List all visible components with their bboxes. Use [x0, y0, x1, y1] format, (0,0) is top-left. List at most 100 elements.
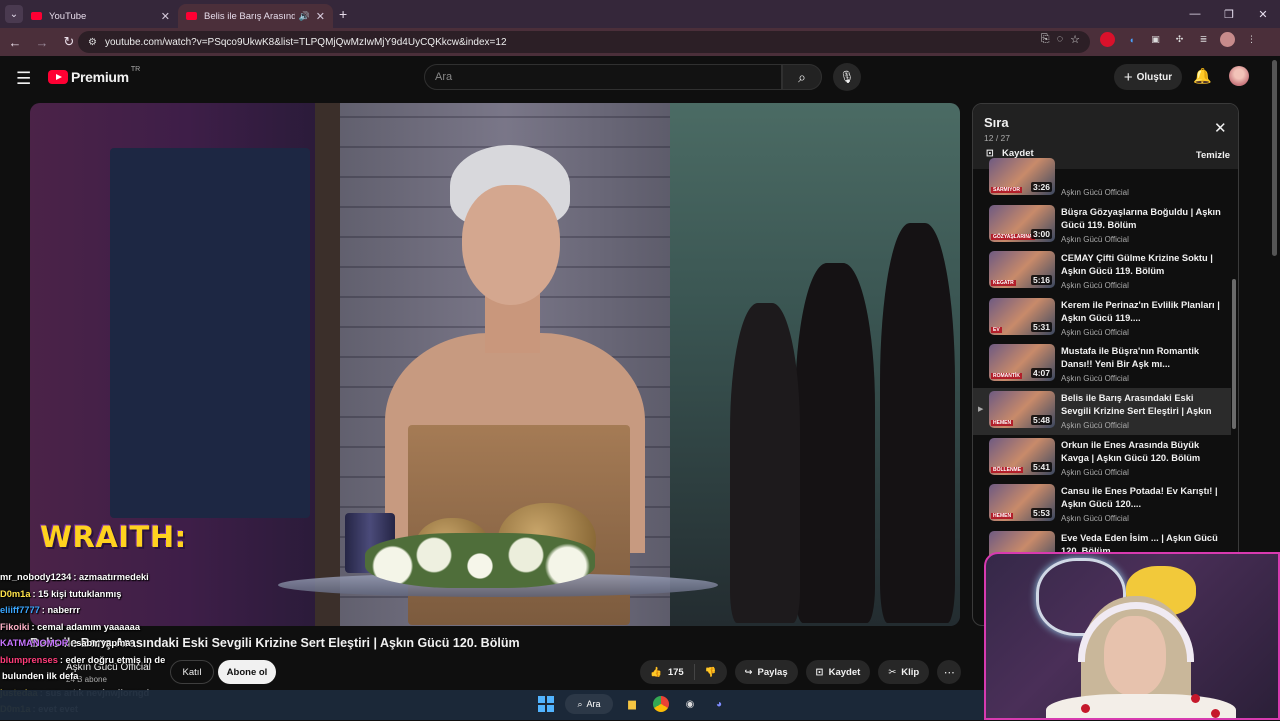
logo-text: Premium: [71, 69, 129, 85]
queue-thumbnail[interactable]: HEMEN 5:53: [989, 484, 1055, 522]
dislike-button[interactable]: 👎: [695, 667, 727, 678]
page-scrollbar[interactable]: [1272, 60, 1277, 256]
discord-icon[interactable]: ◕: [709, 694, 729, 714]
extension-mask-icon[interactable]: ▣: [1148, 32, 1163, 47]
create-label: Oluştur: [1136, 71, 1173, 83]
tab-title: Belis ile Barış Arasındaki Esk: [204, 10, 295, 22]
tab-search-icon[interactable]: ⌄: [5, 5, 23, 23]
eye-off-icon[interactable]: ◌: [1057, 33, 1064, 46]
url-text: youtube.com/watch?v=PSqco9UkwK8&list=TLP…: [104, 36, 507, 48]
queue-thumbnail[interactable]: KEGATR 5:16: [989, 251, 1055, 289]
queue-item[interactable]: SARMIYOR 3:26 Aşkın Gücü Official: [973, 155, 1231, 202]
video-duration: 4:07: [1030, 368, 1052, 379]
minimize-icon[interactable]: —: [1178, 0, 1212, 28]
reading-list-icon[interactable]: ≣: [1196, 32, 1211, 47]
search-icon[interactable]: ⌕: [782, 64, 822, 90]
chat-username: Fikoiki: [0, 621, 30, 632]
chat-text: : naberrr: [41, 605, 81, 615]
queue-thumbnail[interactable]: SARMIYOR 3:26: [989, 158, 1055, 195]
close-window-icon[interactable]: ✕: [1246, 0, 1280, 28]
thumbnail-caption: ROMANTİK: [991, 373, 1022, 380]
account-avatar[interactable]: [1229, 66, 1249, 86]
close-queue-icon[interactable]: ✕: [1214, 119, 1227, 137]
tab-close-icon[interactable]: ✕: [161, 10, 170, 23]
address-bar[interactable]: ⚙ youtube.com/watch?v=PSqco9UkwK8&list=T…: [78, 31, 1090, 53]
save-label: Kaydet: [828, 666, 861, 678]
file-explorer-icon[interactable]: ▆: [622, 694, 642, 714]
extension-audio-icon[interactable]: ◖: [1124, 32, 1139, 47]
windows-taskbar: [0, 690, 984, 720]
site-info-icon[interactable]: ⚙: [88, 37, 97, 48]
chrome-icon[interactable]: [651, 694, 671, 714]
more-options-icon[interactable]: ⋯: [937, 660, 962, 684]
studio-background-right: [670, 103, 960, 626]
tab-current-video[interactable]: Belis ile Barış Arasındaki Esk 🔊 ✕: [178, 4, 333, 28]
chat-text: : sabır yapma: [70, 638, 131, 648]
taskbar-search[interactable]: ⌕ Ara: [565, 694, 613, 714]
thumbnail-caption: SARMIYOR: [991, 187, 1022, 193]
chat-message: bulunden ilk defa: [0, 671, 300, 688]
save-button[interactable]: ⊡ Kaydet: [805, 660, 871, 684]
queue-item[interactable]: ▶ HEMEN 5:48 Belis ile Barış Arasındaki Esk…: [973, 388, 1231, 435]
queue-item[interactable]: EV 5:31 Kerem ile Perinaz'ın Evlilik Planl…: [973, 295, 1231, 342]
queue-item[interactable]: ROMANTİK 4:07 Mustafa ile Büşra'nın Romant…: [973, 341, 1231, 388]
chat-username: D0m1a: [0, 588, 31, 599]
profile-avatar[interactable]: [1220, 32, 1235, 47]
install-app-icon[interactable]: ⎘: [1041, 33, 1050, 46]
queue-scrollbar[interactable]: [1232, 279, 1236, 429]
chat-text: : 15 kişi tutuklanmış: [32, 588, 122, 599]
queue-title: Sıra: [984, 115, 1009, 130]
queue-item[interactable]: HEMEN 5:53 Cansu ile Enes Potada! Ev Karış…: [973, 481, 1231, 528]
chat-username: eliiff7777: [0, 605, 40, 615]
video-duration: 5:31: [1030, 321, 1052, 332]
queue-item-channel: Aşkın Gücü Official: [1061, 188, 1129, 197]
extension-red-icon[interactable]: [1100, 32, 1115, 47]
streamer-sweater: [1046, 694, 1236, 718]
app-icon[interactable]: ◉: [680, 694, 700, 714]
menu-icon[interactable]: ☰: [16, 69, 31, 89]
microphone-icon[interactable]: 🎙: [833, 63, 861, 91]
queue-item[interactable]: GÖZYAŞLARINA 3:00 Büşra Gözyaşlarına Boğul…: [973, 202, 1231, 249]
windows-start-icon[interactable]: [536, 694, 556, 714]
chat-message: eliiff7777: naberrr: [0, 605, 300, 622]
audio-playing-icon[interactable]: 🔊: [299, 11, 310, 22]
extensions-puzzle-icon[interactable]: ✣: [1172, 32, 1187, 47]
queue-position: 12 / 27: [984, 133, 1010, 143]
queue-item-channel: Aşkın Gücü Official: [1061, 281, 1129, 291]
search-input[interactable]: Ara: [424, 64, 782, 90]
queue-thumbnail[interactable]: ROMANTİK 4:07: [989, 344, 1055, 382]
browser-menu-icon[interactable]: ⋮: [1244, 32, 1259, 47]
queue-item[interactable]: BÖLLENME 5:41 Orkun ile Enes Arasında Büyü…: [973, 435, 1231, 482]
like-button[interactable]: 👍 175: [640, 664, 695, 680]
video-duration: 5:53: [1030, 508, 1052, 519]
tab-close-icon[interactable]: ✕: [316, 10, 325, 23]
chat-text: : eder doğru etmiş in de: [59, 654, 166, 665]
new-tab-icon[interactable]: +: [339, 6, 347, 22]
chat-message: mr_nobody1234: azmaatırmedeki: [0, 572, 300, 589]
youtube-premium-logo[interactable]: Premium TR: [48, 66, 140, 85]
notifications-bell-icon[interactable]: 🔔: [1193, 67, 1212, 85]
youtube-favicon-icon: [31, 12, 42, 20]
stream-overlay-logo: WRAITH:: [40, 520, 187, 554]
youtube-header: ☰ Premium TR Ara ⌕ 🎙 + Oluştur 🔔: [0, 56, 1280, 98]
chat-message: KATMANOMOR: sabır yapma: [0, 638, 300, 655]
youtube-play-icon: [48, 70, 68, 84]
clip-button[interactable]: ✂ Klip: [878, 660, 930, 684]
thumbnail-caption: GÖZYAŞLARINA: [991, 233, 1035, 240]
tab-youtube[interactable]: YouTube ✕: [23, 4, 178, 28]
share-button[interactable]: ↪ Paylaş: [734, 660, 798, 684]
queue-thumbnail[interactable]: HEMEN 5:48: [989, 391, 1055, 428]
forward-icon[interactable]: →: [30, 30, 54, 54]
queue-thumbnail[interactable]: BÖLLENME 5:41: [989, 437, 1055, 475]
queue-thumbnail[interactable]: GÖZYAŞLARINA 3:00: [989, 204, 1055, 242]
thumbs-down-icon: 👎: [704, 666, 717, 678]
restore-icon[interactable]: ❐: [1212, 0, 1246, 28]
thumbnail-caption: KEGATR: [991, 280, 1016, 287]
bookmark-star-icon[interactable]: ☆: [1070, 33, 1080, 46]
queue-item[interactable]: KEGATR 5:16 CEMAY Çifti Gülme Krizine Sokt…: [973, 248, 1231, 295]
chat-text: bulunden ilk defa: [2, 671, 79, 681]
back-icon[interactable]: ←: [3, 30, 27, 54]
create-button[interactable]: + Oluştur: [1114, 64, 1182, 90]
queue-item-channel: Aşkın Gücü Official: [1061, 374, 1129, 384]
queue-thumbnail[interactable]: EV 5:31: [989, 297, 1055, 335]
